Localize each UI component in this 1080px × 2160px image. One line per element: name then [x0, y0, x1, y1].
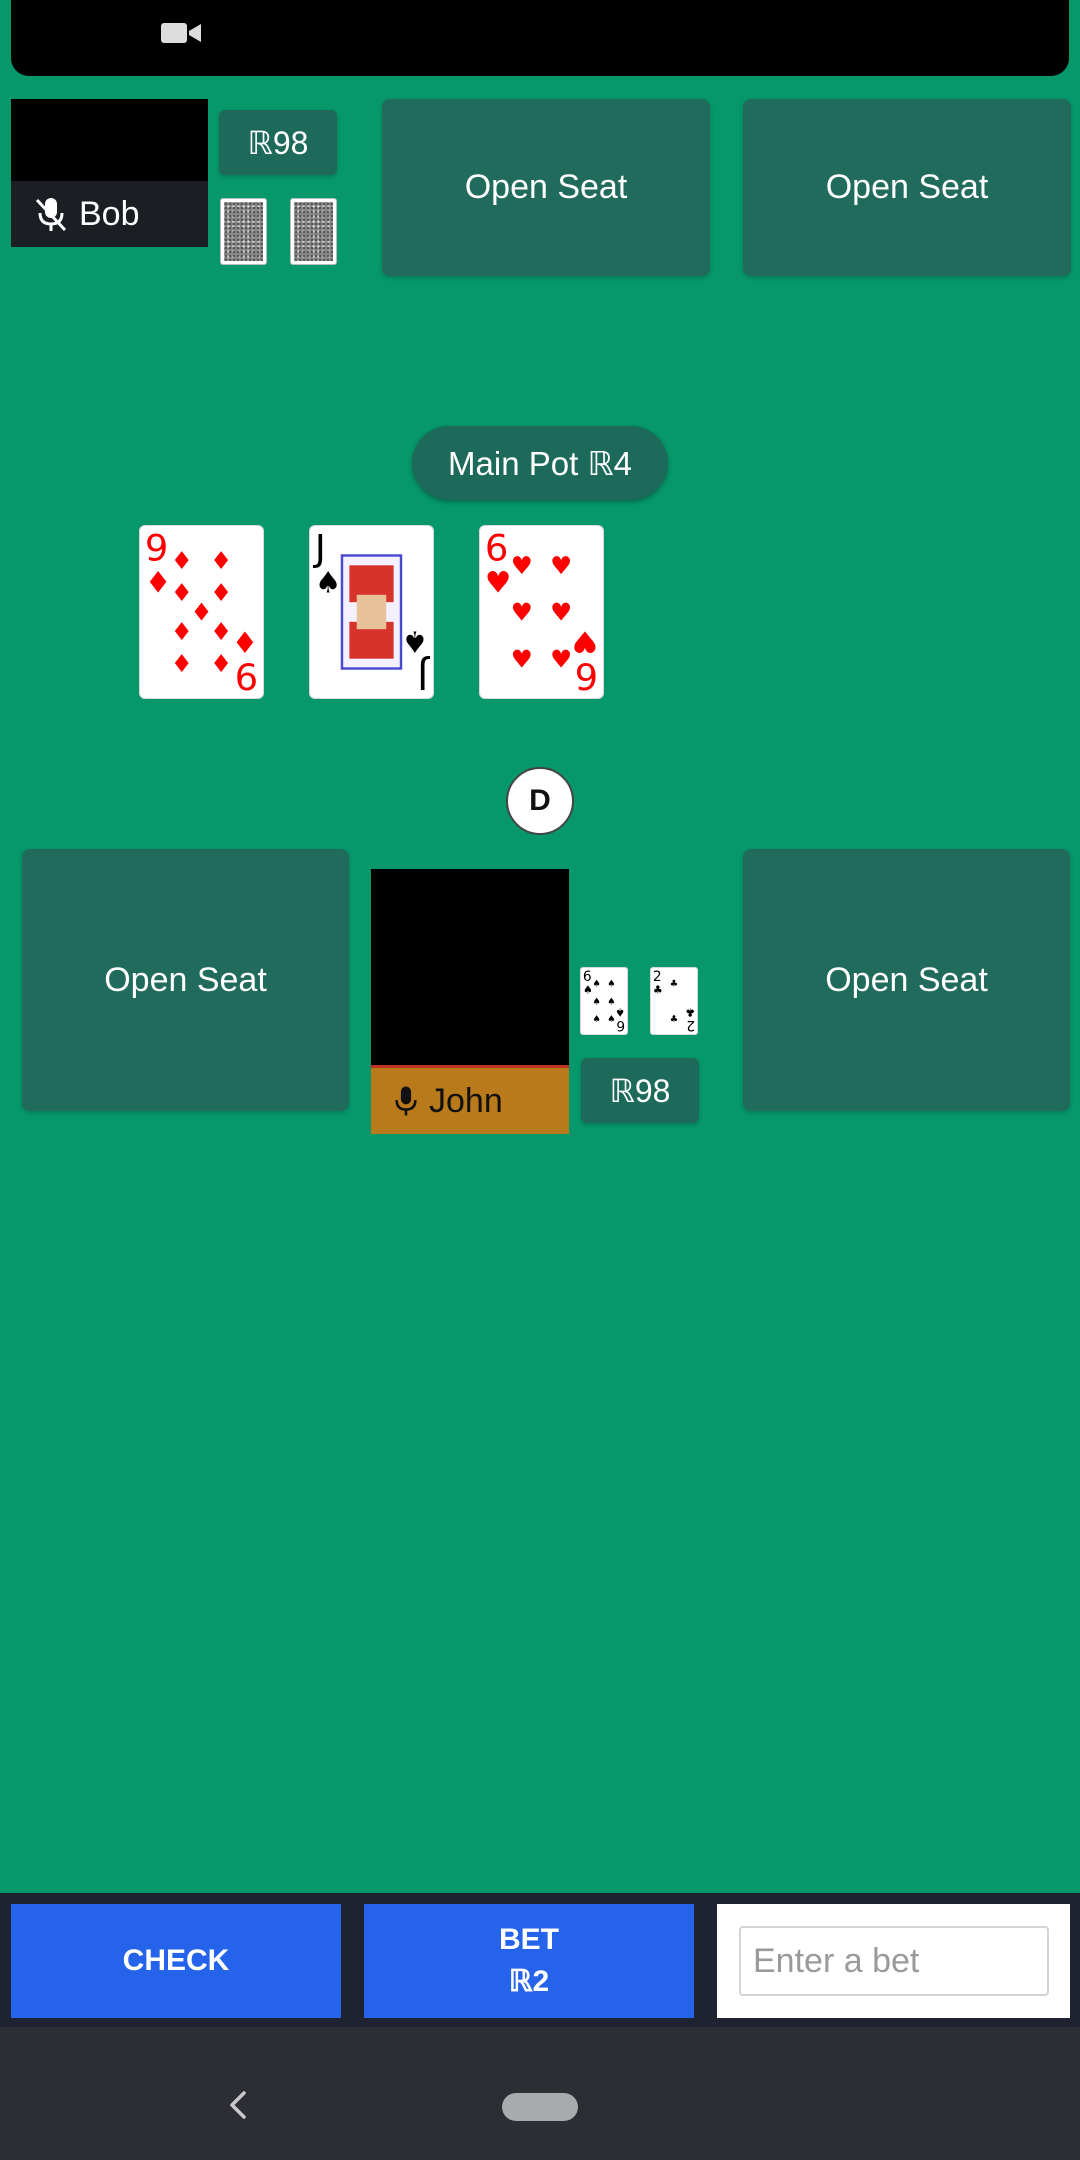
- status-bar: [11, 0, 1069, 76]
- back-chevron-icon[interactable]: [224, 2087, 252, 2123]
- player-video-bob: [11, 99, 208, 181]
- card-rank-inverted: 6: [575, 655, 598, 698]
- card-pip: ♥: [550, 644, 572, 673]
- player-seat-john[interactable]: John: [371, 869, 569, 1134]
- community-card-1: 9 ♦ 9 ♦ ♦ ♦ ♦ ♦ ♦ ♦ ♦ ♦ ♦: [139, 525, 264, 699]
- card-suit: ♠: [315, 565, 341, 599]
- community-card-2: J ♠ J ♠: [309, 525, 434, 699]
- hole-card-1: 6 ♠ 6 ♠ ♠ ♠ ♠ ♠ ♠ ♠: [580, 967, 628, 1035]
- check-button[interactable]: CHECK: [11, 1904, 341, 2018]
- card-pip: ♠: [607, 1014, 615, 1025]
- player-namebar-john: John: [371, 1065, 569, 1134]
- check-button-label: CHECK: [122, 1944, 230, 1977]
- navigation-bar: [0, 2027, 1080, 2160]
- card-suit-inverted: ♠: [402, 625, 428, 659]
- card-pip: ♦: [210, 649, 232, 678]
- card-rank: 6: [583, 969, 592, 985]
- card-pip: ♦: [171, 617, 193, 646]
- bet-input-container: [717, 1904, 1070, 2018]
- card-pip: ♥: [511, 644, 533, 673]
- player-name-john: John: [429, 1081, 503, 1120]
- card-pip: ♦: [171, 649, 193, 678]
- card-pip: ♦: [171, 546, 193, 575]
- main-pot: Main Pot ℝ4: [412, 426, 668, 500]
- chip-count-bob: ℝ98: [219, 110, 337, 175]
- card-pip: ♦: [210, 546, 232, 575]
- bet-button-amount: ℝ2: [508, 1965, 550, 1998]
- mic-off-icon: [35, 198, 67, 232]
- bet-button[interactable]: BET ℝ2: [364, 1904, 694, 2018]
- open-seat-bottom-left[interactable]: Open Seat: [22, 849, 349, 1111]
- card-rank-inverted: 6: [616, 1017, 625, 1033]
- chip-count-john: ℝ98: [581, 1058, 699, 1123]
- open-seat-top-center[interactable]: Open Seat: [382, 99, 710, 276]
- card-suit-inverted: ♠: [615, 1006, 625, 1019]
- hole-card-2: 2 ♣ 2 ♣ ♣ ♣: [650, 967, 698, 1035]
- bet-button-label: BET: [499, 1923, 559, 1956]
- open-seat-bottom-right[interactable]: Open Seat: [743, 849, 1070, 1111]
- player-name-bob: Bob: [79, 194, 140, 233]
- card-suit-inverted: ♦: [232, 625, 258, 659]
- card-back-1: [220, 198, 267, 265]
- card-pip: ♦: [210, 578, 232, 607]
- card-pip: ♥: [511, 598, 533, 627]
- card-suit: ♣: [653, 983, 663, 996]
- card-pip: ♣: [670, 1014, 678, 1025]
- card-pip: ♠: [593, 996, 601, 1007]
- card-pip: ♣: [670, 978, 678, 989]
- community-card-3: 6 ♥ 6 ♥ ♥ ♥ ♥ ♥ ♥ ♥: [479, 525, 604, 699]
- card-pip: ♠: [593, 1014, 601, 1025]
- home-pill-icon[interactable]: [502, 2093, 578, 2121]
- card-pip: ♥: [511, 551, 533, 580]
- card-suit: ♦: [145, 565, 171, 599]
- card-rank-inverted: 2: [686, 1017, 695, 1033]
- action-bar: CHECK BET ℝ2: [0, 1893, 1080, 2027]
- card-pip: ♥: [550, 598, 572, 627]
- player-video-john: [371, 869, 569, 1067]
- card-suit: ♠: [583, 983, 593, 996]
- player-namebar-bob: Bob: [11, 181, 208, 247]
- card-rank: 9: [145, 526, 168, 569]
- dealer-button: D: [506, 767, 574, 835]
- card-back-2: [290, 198, 337, 265]
- card-suit-inverted: ♥: [572, 625, 598, 659]
- card-rank: 2: [653, 969, 662, 985]
- card-rank-inverted: J: [417, 655, 430, 698]
- card-pip: ♥: [550, 551, 572, 580]
- video-camera-icon: [161, 23, 201, 43]
- card-pip: ♠: [607, 978, 615, 989]
- card-suit-inverted: ♣: [685, 1006, 695, 1019]
- player-seat-bob[interactable]: Bob: [11, 99, 208, 247]
- card-rank: J: [313, 526, 326, 569]
- face-card-figure-center: [356, 594, 387, 630]
- card-suit: ♥: [485, 565, 511, 599]
- card-pip: ♦: [210, 617, 232, 646]
- card-pip: ♠: [607, 996, 615, 1007]
- card-rank: 6: [485, 526, 508, 569]
- mic-icon: [395, 1086, 417, 1116]
- card-pip: ♠: [593, 978, 601, 989]
- open-seat-top-right[interactable]: Open Seat: [743, 99, 1071, 276]
- card-rank-inverted: 9: [235, 655, 258, 698]
- bet-amount-input[interactable]: [739, 1926, 1049, 1996]
